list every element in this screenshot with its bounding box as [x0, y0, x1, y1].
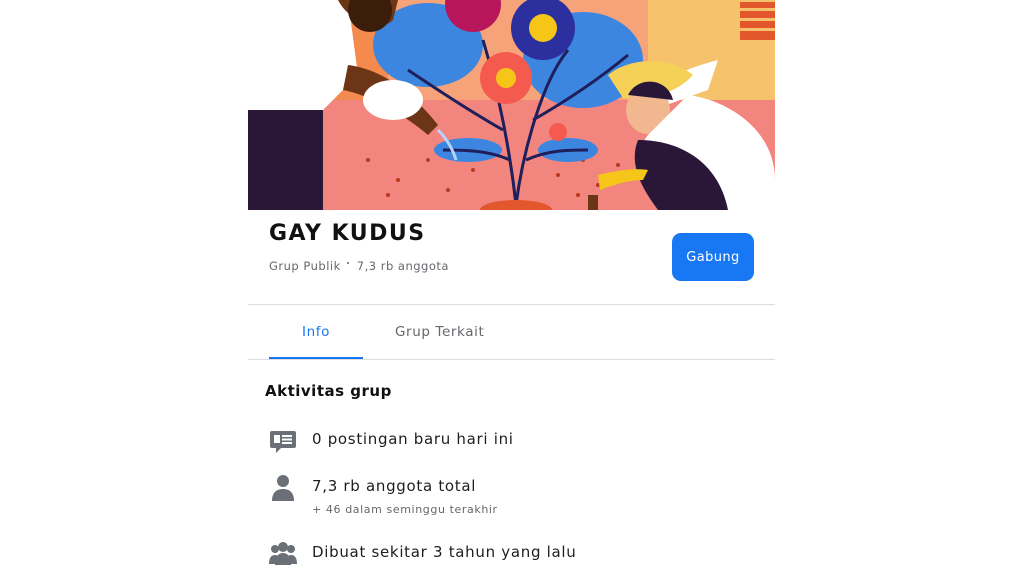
cover-illustration — [248, 0, 775, 210]
separator-dot — [346, 262, 349, 264]
group-name: GAY KUDUS — [269, 221, 426, 246]
tabs-divider — [248, 359, 775, 360]
group-header: GAY KUDUS Grup Publik 7,3 rb anggota Gabu… — [248, 210, 775, 304]
tab-info[interactable]: Info — [302, 305, 330, 359]
tab-bar: Info Grup Terkait — [248, 305, 775, 359]
tab-related-groups[interactable]: Grup Terkait — [395, 305, 484, 359]
activity-created-text: Dibuat sekitar 3 tahun yang lalu — [312, 543, 577, 561]
section-title: Aktivitas grup — [265, 382, 392, 400]
group-icon — [269, 540, 297, 568]
group-meta: Grup Publik 7,3 rb anggota — [269, 259, 449, 273]
group-page: GAY KUDUS Grup Publik 7,3 rb anggota Gabu… — [248, 0, 775, 576]
person-icon — [269, 473, 297, 501]
group-member-count: 7,3 rb anggota — [356, 259, 449, 273]
activity-members-growth: + 46 dalam seminggu terakhir — [312, 503, 498, 516]
activity-members-text: 7,3 rb anggota total — [312, 477, 477, 495]
activity-posts-text: 0 postingan baru hari ini — [312, 430, 514, 448]
posts-icon — [269, 427, 297, 455]
join-button[interactable]: Gabung — [672, 233, 754, 281]
group-privacy: Grup Publik — [269, 259, 341, 273]
